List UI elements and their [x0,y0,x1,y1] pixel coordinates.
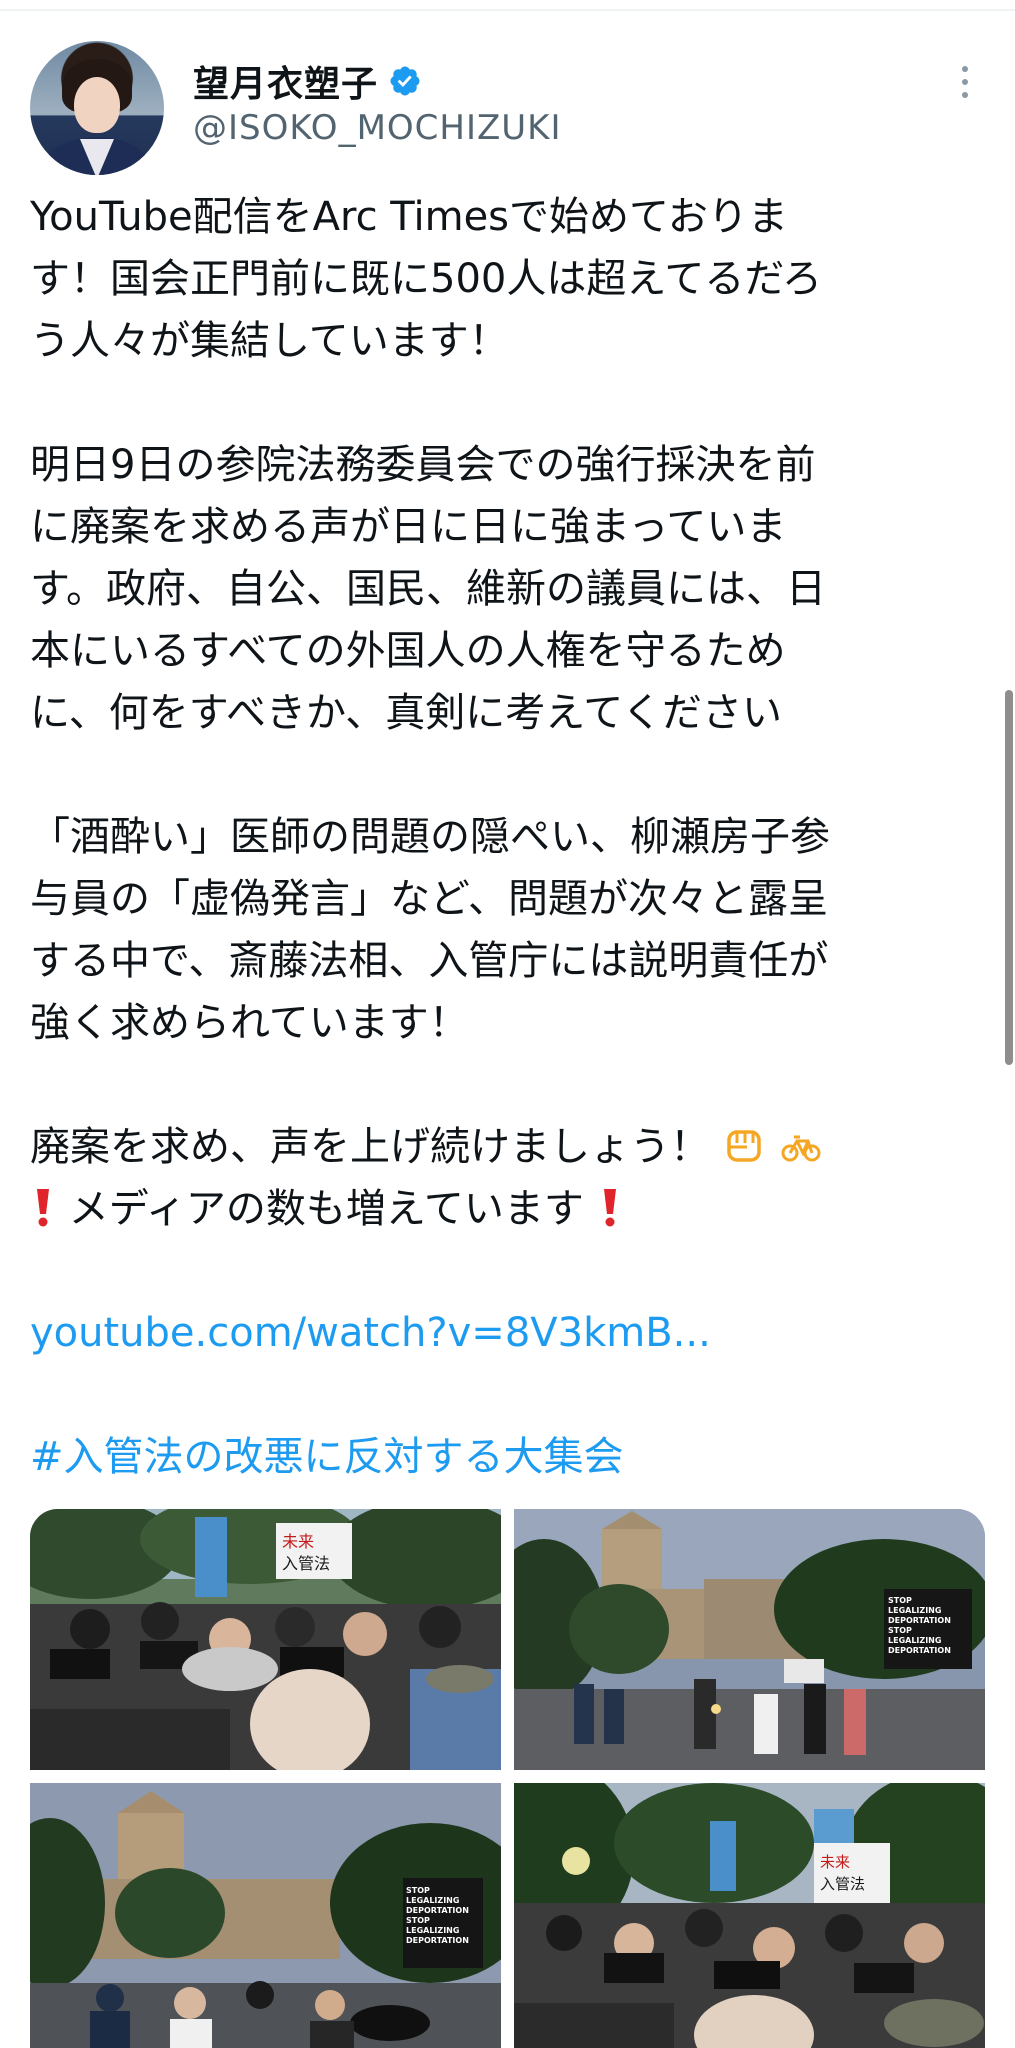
tweet-text-line: 明日9日の参院法務委員会での強行採決を前 [30,442,816,488]
svg-text:入管法: 入管法 [282,1554,330,1573]
photo-crowd-banners: 未来 入管法 [514,1783,985,2048]
more-options-icon[interactable] [951,62,979,102]
raised-fist-icon [726,1130,761,1162]
bicycle-icon [781,1135,821,1162]
tweet-text-segment: 廃案を求め、声を上げ続けましょう！ [30,1124,710,1170]
tweet-text-line-with-emoji: メディアの数も増えています [30,1178,990,1240]
hashtag-link[interactable]: #入管法の改悪に反対する大集会 [30,1426,990,1488]
tweet-text-line: 本にいるすべての外国人の人権を守るため [30,628,786,674]
tweet-text-line-with-emoji: 廃案を求め、声を上げ続けましょう！ [30,1116,990,1178]
avatar-face [74,77,120,133]
media-photo-2[interactable]: STOP LEGALIZING DEPORTATION STOP LEGALIZ… [514,1509,985,1770]
more-dot [962,92,968,98]
sign-text: STOP [406,1886,430,1895]
more-dot [962,79,968,85]
verified-badge-icon [390,66,420,96]
media-grid: 未来 入管法 STOP LEGALIZING DEPORTATION STOP … [30,1509,985,2048]
tweet[interactable]: 望月衣塑子 @ISOKO_MOCHIZUKI YouTube配信をArc Tim… [0,0,1015,2048]
media-photo-3[interactable]: STOP LEGALIZING DEPORTATION STOP LEGALIZ… [30,1783,501,2048]
tweet-text-line: に廃案を求める声が日に日に強まっていま [30,504,787,550]
sign-text: DEPORTATION [888,1646,951,1655]
author-handle[interactable]: @ISOKO_MOCHIZUKI [193,108,562,148]
sign-text: LEGALIZING [406,1896,459,1905]
sign-text: STOP [888,1596,912,1605]
svg-text:未来: 未来 [820,1853,850,1871]
tweet-text: YouTube配信をArc Timesで始めておりま す！国会正門前に既に500… [30,186,990,1488]
tweet-text-line: す！国会正門前に既に500人は超えてるだろ [30,256,822,302]
tweet-text-line: する中で、斎藤法相、入管庁には説明責任が [30,938,829,984]
photo-diet-building: STOP LEGALIZING DEPORTATION STOP LEGALIZ… [514,1509,985,1770]
tweet-text-line: う人々が集結しています！ [30,318,509,364]
author-name-row[interactable]: 望月衣塑子 [193,55,422,107]
avatar[interactable] [30,41,164,175]
svg-text:未来: 未来 [282,1532,314,1551]
red-exclamation-icon [603,1189,616,1227]
youtube-link[interactable]: youtube.com/watch?v=8V3kmB... [30,1302,990,1364]
tweet-text-line: す。政府、自公、国民、維新の議員には、日 [30,566,826,612]
sign-text: STOP [406,1916,430,1925]
svg-text:入管法: 入管法 [820,1875,865,1893]
red-exclamation-icon [37,1189,49,1227]
sign-text: DEPORTATION [406,1906,469,1915]
sign-text: DEPORTATION [888,1616,951,1625]
media-photo-4[interactable]: 未来 入管法 [514,1783,985,2048]
tweet-text-line: に、何をすべきか、真剣に考えてください [30,690,782,736]
display-name[interactable]: 望月衣塑子 [193,55,378,107]
sign-text: DEPORTATION [406,1936,469,1945]
sign-text: STOP [888,1626,912,1635]
photo-diet-sign: STOP LEGALIZING DEPORTATION STOP LEGALIZ… [30,1783,501,2048]
media-photo-1[interactable]: 未来 入管法 [30,1509,501,1770]
tweet-text-line: 「酒酔い」医師の問題の隠ぺい、柳瀬房子参 [30,814,830,860]
sign-text: LEGALIZING [406,1926,459,1935]
sign-text: LEGALIZING [888,1606,941,1615]
tweet-text-line: YouTube配信をArc Timesで始めておりま [30,194,788,240]
photo-crowd-cameras: 未来 入管法 [30,1509,501,1770]
more-dot [962,66,968,72]
scrollbar-thumb[interactable] [1005,690,1013,1065]
tweet-text-line: 強く求められています！ [30,1000,469,1046]
tweet-text-line: 与員の「虚偽発言」など、問題が次々と露呈 [30,876,828,922]
tweet-text-segment: メディアの数も増えています [68,1186,584,1232]
sign-text: LEGALIZING [888,1636,941,1645]
